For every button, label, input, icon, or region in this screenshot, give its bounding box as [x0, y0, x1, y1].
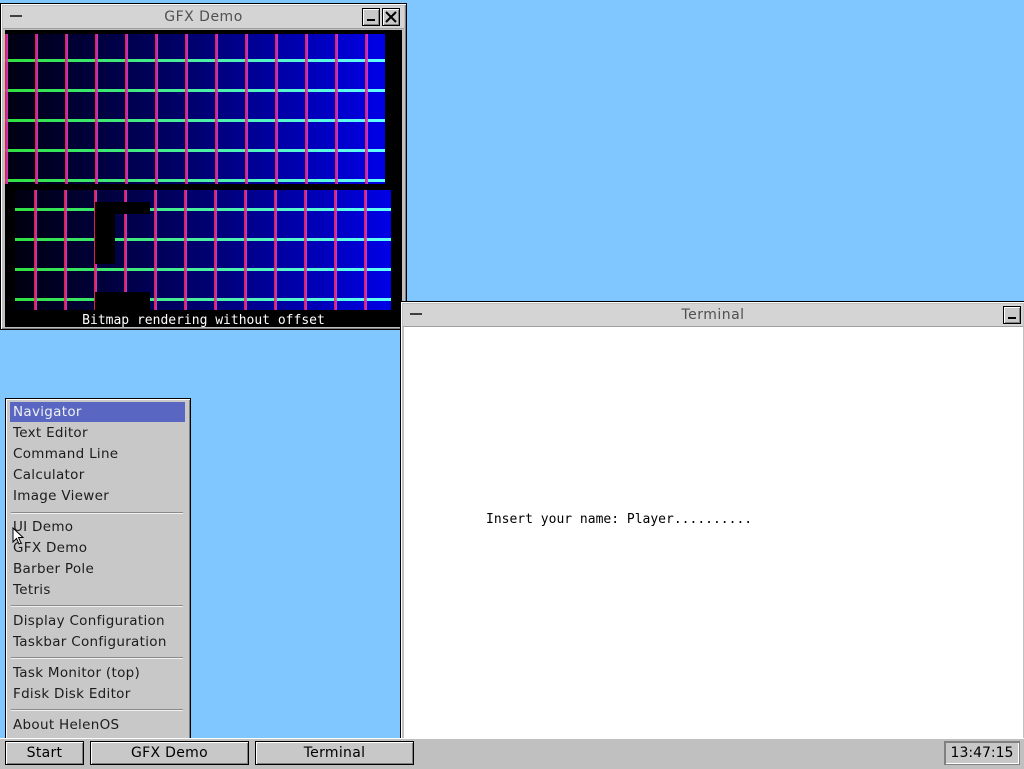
- menu-item-ui-demo[interactable]: UI Demo: [10, 517, 185, 537]
- grid-line-vertical: [154, 190, 157, 310]
- grid-line-vertical: [155, 34, 158, 184]
- grid-line-vertical: [65, 34, 68, 184]
- terminal-title: Terminal: [681, 307, 745, 323]
- grid-line-horizontal: [5, 149, 385, 152]
- menu-item-display-configuration[interactable]: Display Configuration: [10, 611, 185, 631]
- close-icon: [385, 11, 397, 23]
- gfx-demo-window[interactable]: GFX Demo Bitmap rendering without offset: [0, 3, 407, 330]
- menu-item-navigator[interactable]: Navigator: [10, 402, 185, 422]
- menu-item-taskbar-configuration[interactable]: Taskbar Configuration: [10, 632, 185, 652]
- grid-line-vertical: [244, 190, 247, 310]
- start-menu: Navigator Text Editor Command Line Calcu…: [5, 398, 191, 740]
- grid-line-vertical: [274, 190, 277, 310]
- mouse-cursor-icon: [12, 527, 25, 545]
- menu-item-task-monitor[interactable]: Task Monitor (top): [10, 663, 185, 683]
- grid-line-vertical: [215, 34, 218, 184]
- terminal-titlebar[interactable]: Terminal: [403, 304, 1023, 327]
- menu-item-about-helenos[interactable]: About HelenOS: [10, 715, 185, 735]
- menu-item-text-editor[interactable]: Text Editor: [10, 423, 185, 443]
- grid-line-horizontal: [5, 119, 385, 122]
- minimize-button[interactable]: [362, 8, 380, 26]
- grid-line-vertical: [95, 34, 98, 184]
- grid-line-vertical: [305, 34, 308, 184]
- gfx-demo-status-text: Bitmap rendering without offset: [5, 313, 402, 328]
- terminal-body[interactable]: Insert your name: Player..........: [404, 327, 1023, 738]
- menu-separator: [11, 512, 183, 514]
- taskbar-button-gfx-demo[interactable]: GFX Demo: [90, 741, 249, 765]
- bitmap-render-graphic: [5, 30, 402, 313]
- grid-line-vertical: [184, 190, 187, 310]
- close-button[interactable]: [382, 8, 400, 26]
- grid-line-horizontal: [5, 89, 385, 92]
- grid-line-vertical: [304, 190, 307, 310]
- gfx-demo-canvas: [5, 30, 402, 313]
- terminal-output-line: Insert your name: Player..........: [486, 512, 753, 527]
- taskbar: Start GFX Demo Terminal 13:47:15: [0, 738, 1024, 769]
- grid-line-vertical: [64, 190, 67, 310]
- start-button[interactable]: Start: [5, 741, 84, 765]
- minimize-button[interactable]: [1003, 306, 1021, 324]
- grid-line-horizontal: [5, 59, 385, 62]
- grid-line-horizontal: [5, 179, 385, 182]
- menu-separator: [11, 605, 183, 607]
- menu-item-image-viewer[interactable]: Image Viewer: [10, 486, 185, 506]
- grid-line-vertical: [35, 34, 38, 184]
- grid-line-vertical: [364, 190, 367, 310]
- menu-item-calculator[interactable]: Calculator: [10, 465, 185, 485]
- grid-line-vertical: [125, 34, 128, 184]
- terminal-window[interactable]: Terminal Insert your name: Player.......…: [400, 301, 1024, 741]
- grid-line-vertical: [245, 34, 248, 184]
- grid-line-vertical: [34, 190, 37, 310]
- menu-separator: [11, 657, 183, 659]
- gfx-demo-titlebar[interactable]: GFX Demo: [3, 6, 404, 29]
- taskbar-clock: 13:47:15: [944, 741, 1020, 765]
- menu-item-command-line[interactable]: Command Line: [10, 444, 185, 464]
- taskbar-button-terminal[interactable]: Terminal: [255, 741, 414, 765]
- grid-line-vertical: [185, 34, 188, 184]
- grid-line-vertical: [365, 34, 368, 184]
- grid-line-vertical: [335, 34, 338, 184]
- menu-item-fdisk-disk-editor[interactable]: Fdisk Disk Editor: [10, 684, 185, 704]
- grid-line-vertical: [5, 34, 8, 184]
- menu-item-gfx-demo[interactable]: GFX Demo: [10, 538, 185, 558]
- grid-line-vertical: [214, 190, 217, 310]
- gfx-demo-title: GFX Demo: [164, 9, 243, 25]
- menu-separator: [11, 709, 183, 711]
- grid-line-vertical: [334, 190, 337, 310]
- menu-item-barber-pole[interactable]: Barber Pole: [10, 559, 185, 579]
- menu-item-tetris[interactable]: Tetris: [10, 580, 185, 600]
- grid-line-vertical: [275, 34, 278, 184]
